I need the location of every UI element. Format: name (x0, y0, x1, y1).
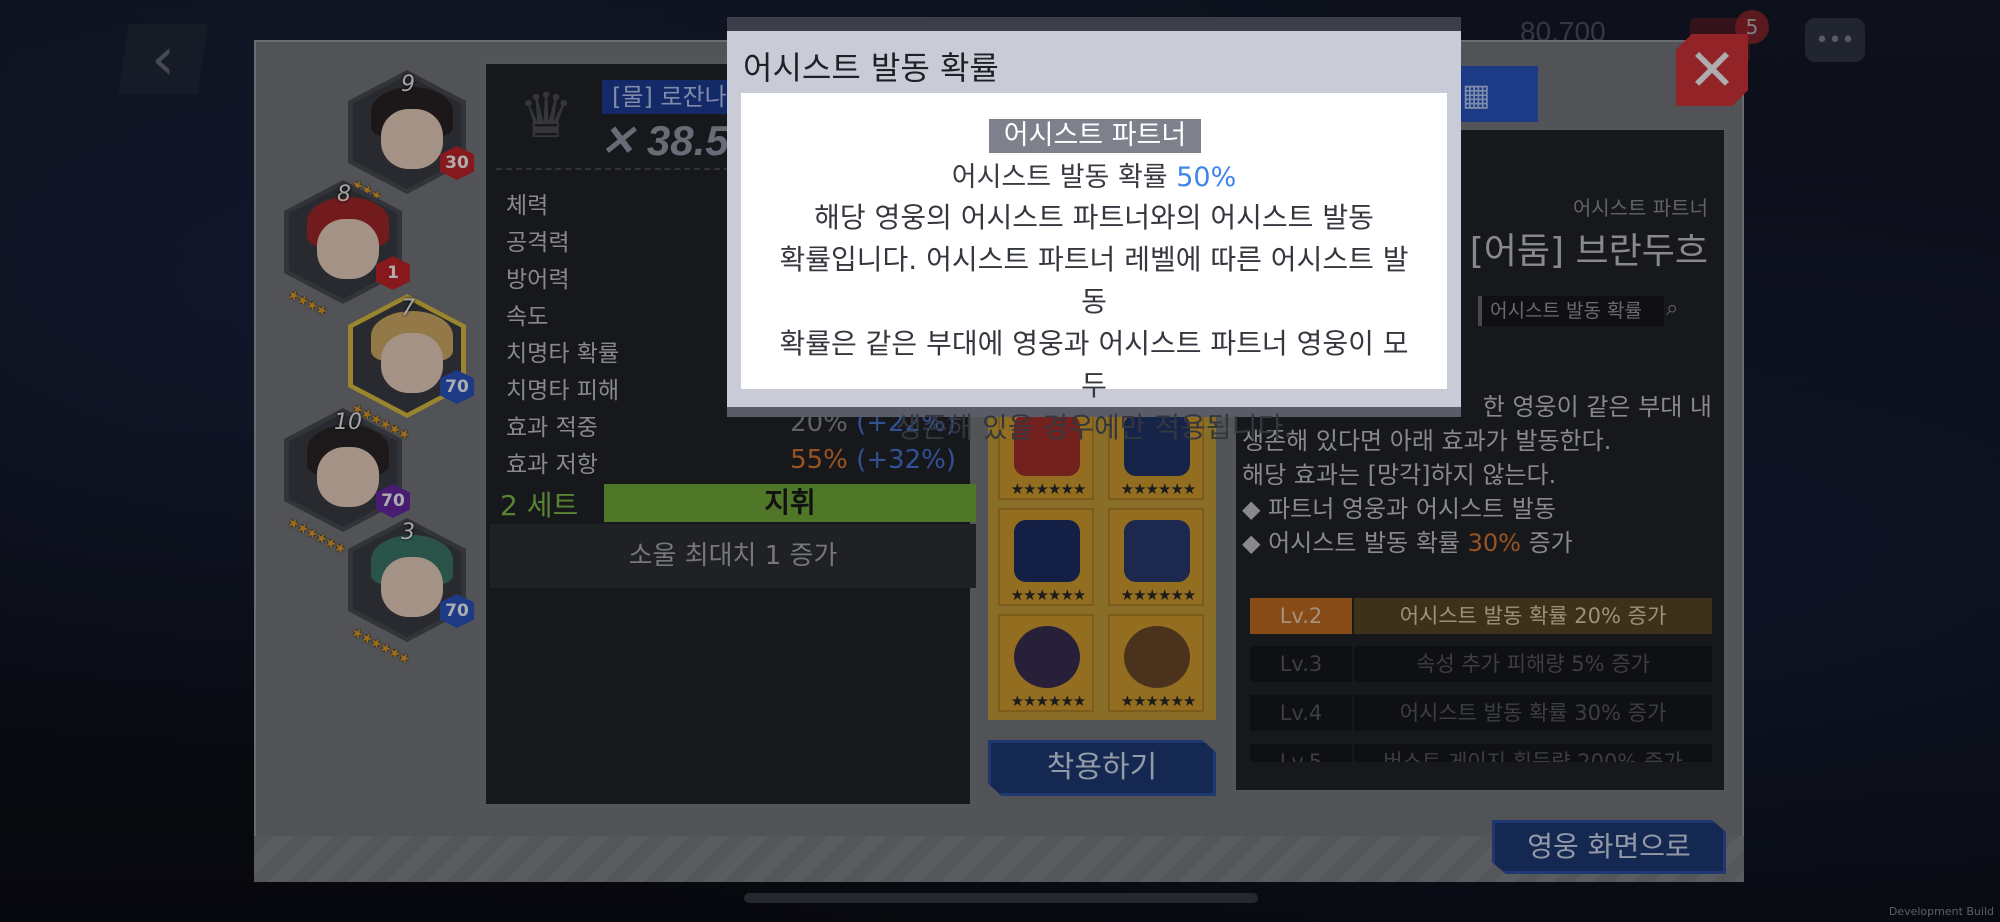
dialog-description: 해당 영웅의 어시스트 파트너와의 어시스트 발동 확률입니다. 어시스트 파트… (779, 201, 1409, 444)
assist-probability-value: 50% (1176, 162, 1237, 193)
assist-probability: 어시스트 발동 확률 50% (951, 162, 1237, 193)
assist-probability-dialog: 어시스트 발동 확률 어시스트 파트너 Lv.2 어시스트 발동 확률 50% … (727, 17, 1461, 444)
dialog-title: 어시스트 발동 확률 (743, 49, 999, 87)
partner-level-badge: 어시스트 파트너 Lv.2 (989, 119, 1201, 185)
dialog-body: 어시스트 파트너 Lv.2 어시스트 발동 확률 50% 해당 영웅의 어시스트… (741, 93, 1447, 444)
